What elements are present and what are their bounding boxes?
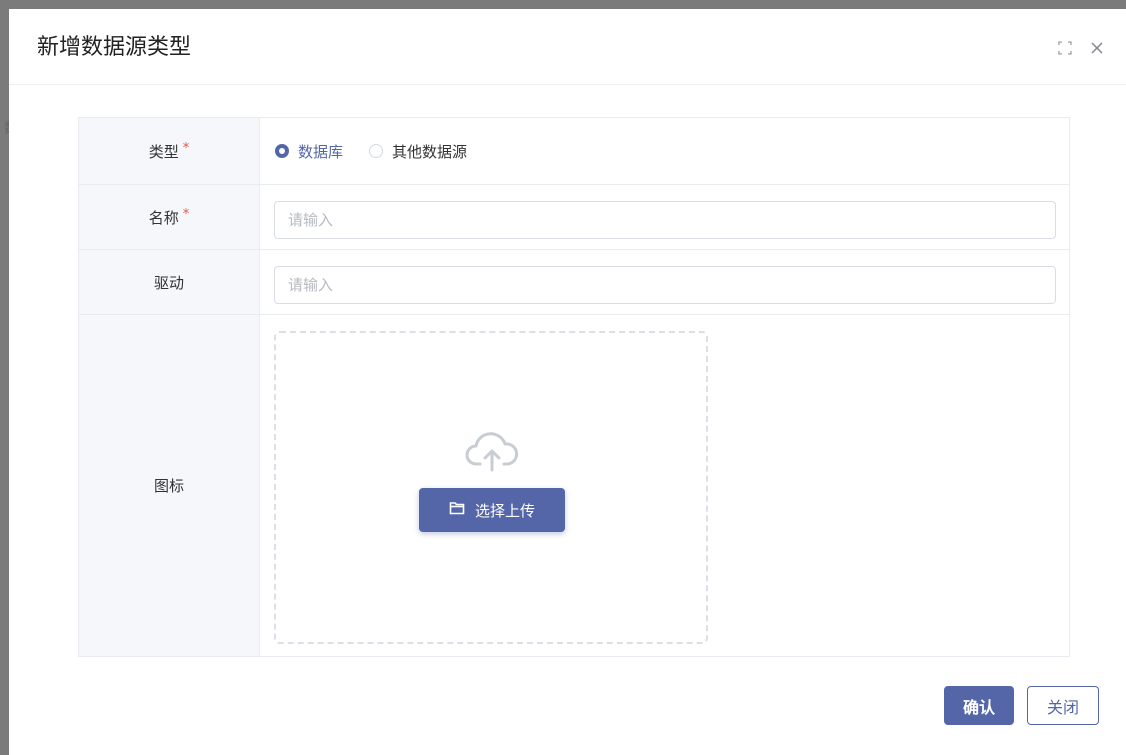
form-row-icon: 图标 选择上传 [79, 315, 1069, 656]
name-input[interactable] [274, 201, 1056, 239]
required-mark: * [182, 140, 190, 156]
dialog-header-actions [1056, 39, 1106, 57]
backdrop-overlay-top [0, 0, 1126, 9]
radio-checked-icon[interactable] [275, 144, 289, 158]
form-row-name: 名称 * [79, 185, 1069, 250]
name-label: 名称 [148, 208, 179, 227]
radio-option-label: 其他数据源 [392, 142, 468, 161]
dialog-footer: 确认 关闭 [944, 686, 1099, 725]
type-radio-group: 数据库 其他数据源 [275, 118, 467, 184]
type-label: 类型 [148, 142, 179, 161]
dialog-header: 新增数据源类型 [9, 9, 1126, 85]
radio-unchecked-icon[interactable] [369, 144, 384, 158]
add-datasource-type-dialog: 新增数据源类型 类型 * 数据库 其他数据源 名称 * 请输入 驱动 请输入 图… [9, 9, 1126, 755]
type-label-cell: 类型 * [79, 118, 260, 184]
folder-icon [449, 501, 465, 519]
backdrop-overlay-left [0, 0, 9, 755]
driver-input[interactable] [274, 266, 1056, 304]
close-icon[interactable] [1088, 39, 1106, 57]
icon-label: 图标 [153, 477, 184, 495]
type-value-cell: 数据库 其他数据源 [260, 118, 1069, 184]
icon-value-cell: 选择上传 [260, 315, 1069, 656]
driver-label-cell: 驱动 [79, 250, 260, 314]
cloud-upload-icon [464, 430, 520, 474]
form-row-type: 类型 * 数据库 其他数据源 [79, 118, 1069, 185]
select-upload-label: 选择上传 [474, 501, 535, 520]
name-value-cell [260, 185, 1069, 249]
radio-option-database[interactable]: 数据库 [275, 141, 343, 162]
form-row-driver: 驱动 [79, 250, 1069, 315]
required-mark: * [182, 206, 190, 222]
dialog-title: 新增数据源类型 [37, 35, 192, 60]
driver-label: 驱动 [153, 273, 184, 292]
datasource-form: 类型 * 数据库 其他数据源 名称 * 请输入 驱动 请输入 图标 选择上传 [78, 117, 1070, 657]
confirm-button[interactable]: 确认 [944, 686, 1014, 725]
driver-value-cell [260, 250, 1069, 314]
name-label-cell: 名称 * [79, 185, 260, 249]
fullscreen-icon[interactable] [1056, 39, 1074, 57]
radio-option-label: 数据库 [298, 142, 344, 161]
close-button[interactable]: 关闭 [1027, 686, 1099, 725]
icon-upload-dropzone[interactable]: 选择上传 [274, 331, 708, 644]
icon-label-cell: 图标 [79, 315, 260, 656]
radio-option-other-datasource[interactable]: 其他数据源 [369, 141, 467, 162]
select-upload-button[interactable]: 选择上传 [419, 488, 565, 532]
